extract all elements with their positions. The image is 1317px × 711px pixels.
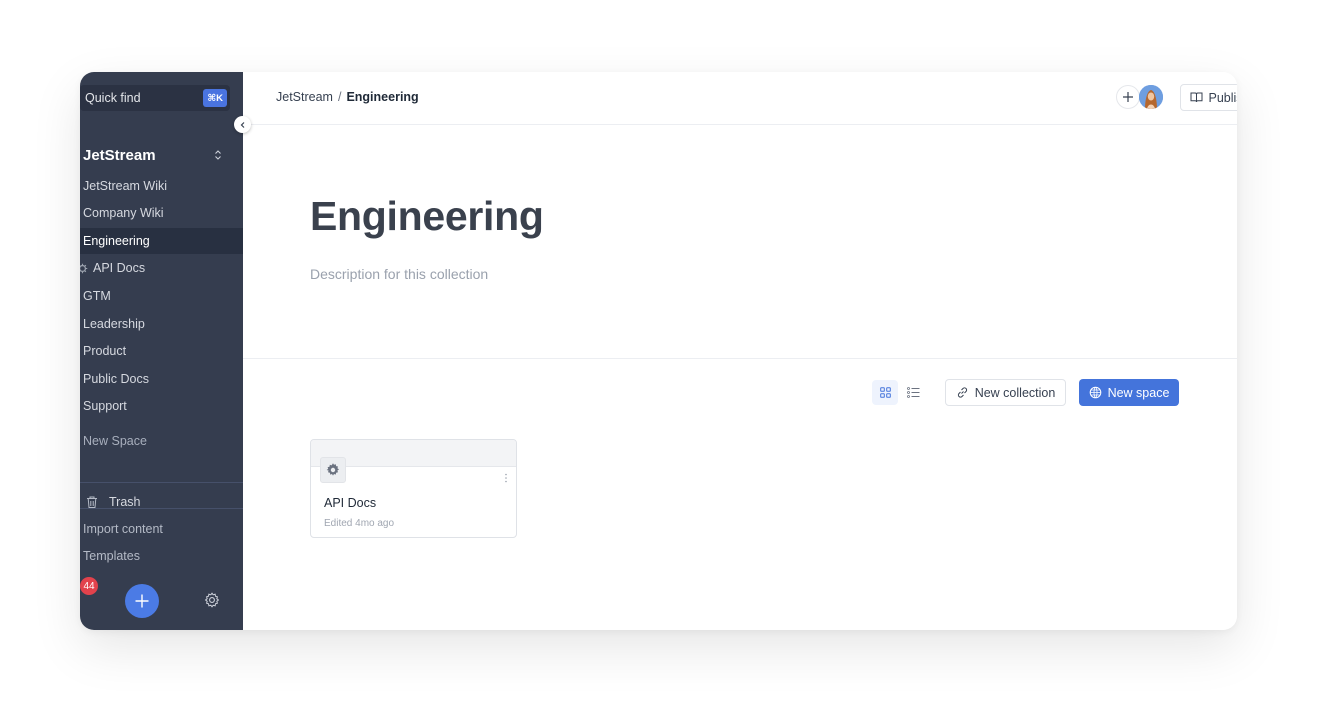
- sidebar-item-label: Public Docs: [83, 372, 149, 386]
- sidebar-item-label: Support: [83, 399, 127, 413]
- gear-icon: [326, 463, 339, 476]
- sidebar-item-new-space[interactable]: New Space: [80, 428, 243, 454]
- sidebar-item-label: Engineering: [83, 234, 150, 248]
- gear-icon: [80, 263, 88, 273]
- trash-label: Trash: [109, 495, 141, 509]
- sidebar-item-company-wiki[interactable]: Company Wiki: [80, 200, 243, 226]
- main-content: JetStream/Engineering Publis: [243, 72, 1237, 630]
- card-subtitle: Edited 4mo ago: [324, 518, 395, 529]
- plus-icon: [1123, 92, 1133, 102]
- sidebar-item-label: GTM: [83, 289, 111, 303]
- chevron-left-icon: [240, 121, 244, 128]
- app-window: Quick find ⌘K JetStream JetStream Wiki C…: [80, 72, 1237, 630]
- new-doc-button[interactable]: [125, 584, 159, 618]
- list-view-icon: [906, 387, 919, 398]
- collapse-sidebar-button[interactable]: [234, 116, 251, 133]
- sidebar-item-label: Leadership: [83, 317, 145, 331]
- header-bar: JetStream/Engineering Publis: [243, 72, 1237, 125]
- card-icon: [320, 457, 346, 483]
- chevron-updown-icon[interactable]: [214, 149, 222, 161]
- avatar[interactable]: [1139, 85, 1163, 109]
- sidebar-item-gtm[interactable]: GTM: [80, 283, 243, 309]
- plus-icon: [135, 594, 149, 608]
- sidebar: Quick find ⌘K JetStream JetStream Wiki C…: [80, 72, 243, 630]
- card-title: API Docs: [324, 496, 377, 510]
- new-space-button[interactable]: New space: [1079, 379, 1179, 406]
- publish-button[interactable]: Publish: [1180, 84, 1237, 111]
- breadcrumb: JetStream / Engineering: [276, 90, 419, 104]
- sidebar-item-label: API Docs: [93, 261, 146, 275]
- templates-link[interactable]: Templates: [83, 549, 140, 563]
- breadcrumb-root[interactable]: JetStream: [276, 90, 333, 104]
- sidebar-trash[interactable]: Trash: [85, 495, 141, 509]
- sidebar-item-engineering[interactable]: Engineering: [80, 228, 243, 254]
- sidebar-item-product[interactable]: Product: [80, 338, 243, 364]
- publish-label: Publish: [1208, 90, 1238, 105]
- page-description[interactable]: Description for this collection: [310, 266, 488, 282]
- more-vertical-icon[interactable]: [503, 472, 509, 484]
- notification-badge[interactable]: 44: [80, 577, 98, 595]
- link-icon: [957, 387, 967, 398]
- add-member-button[interactable]: [1116, 85, 1140, 109]
- sidebar-divider: [80, 482, 243, 483]
- new-collection-label: New collection: [974, 385, 1056, 400]
- trash-icon: [87, 496, 97, 508]
- sidebar-item-label: Company Wiki: [83, 206, 164, 220]
- new-space-label: New space: [1107, 385, 1170, 400]
- sidebar-item-public-docs[interactable]: Public Docs: [80, 366, 243, 392]
- quick-find-input[interactable]: Quick find ⌘K: [80, 85, 230, 111]
- book-icon: [1190, 92, 1202, 103]
- shortcut-badge: ⌘K: [203, 89, 227, 107]
- user-avatar-icon: [1139, 85, 1163, 109]
- collection-card[interactable]: API Docs Edited 4mo ago: [310, 439, 517, 538]
- quick-find-label: Quick find: [85, 91, 141, 105]
- globe-icon: [1089, 386, 1101, 399]
- settings-icon[interactable]: [203, 591, 221, 609]
- sidebar-item-leadership[interactable]: Leadership: [80, 311, 243, 337]
- sidebar-item-label: New Space: [83, 434, 147, 448]
- import-content-link[interactable]: Import content: [83, 522, 163, 536]
- section-divider: [243, 358, 1237, 359]
- workspace-title[interactable]: JetStream: [83, 147, 156, 164]
- grid-view-icon: [879, 387, 891, 398]
- sidebar-item-api-docs[interactable]: API Docs: [80, 255, 243, 281]
- sidebar-item-jetstream-wiki[interactable]: JetStream Wiki: [80, 173, 243, 199]
- sidebar-item-label: JetStream Wiki: [83, 179, 168, 193]
- page-title[interactable]: Engineering: [310, 193, 544, 240]
- sidebar-item-support[interactable]: Support: [80, 393, 243, 419]
- grid-view-toggle[interactable]: [872, 380, 898, 405]
- sidebar-item-label: Product: [83, 344, 127, 358]
- sidebar-divider: [80, 508, 243, 509]
- breadcrumb-current[interactable]: Engineering: [346, 90, 418, 104]
- new-collection-button[interactable]: New collection: [945, 379, 1066, 406]
- breadcrumb-separator: /: [337, 90, 342, 104]
- list-view-toggle[interactable]: [903, 380, 923, 405]
